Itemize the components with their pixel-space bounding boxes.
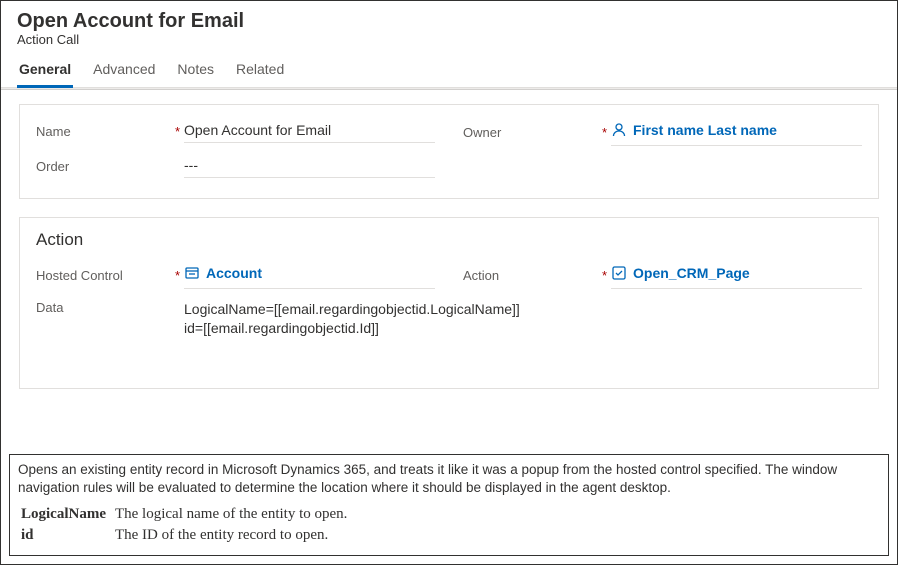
field-owner: Owner * First name Last name — [463, 119, 862, 146]
person-icon — [611, 122, 627, 138]
param-name: LogicalName — [20, 505, 112, 524]
hosted-control-lookup-value[interactable]: Account — [184, 265, 262, 281]
description-params: LogicalName The logical name of the enti… — [18, 503, 350, 547]
param-name: id — [20, 526, 112, 545]
row-order: Order --- — [36, 146, 862, 178]
owner-lookup[interactable]: First name Last name — [611, 119, 862, 146]
field-data: Data LogicalName=[[email.regardingobject… — [36, 297, 862, 342]
header: Open Account for Email Action Call — [1, 1, 897, 47]
hosted-control-label-text: Hosted Control — [36, 268, 123, 283]
description-panel: Opens an existing entity record in Micro… — [9, 454, 889, 556]
action-label-text: Action — [463, 268, 499, 283]
param-desc: The logical name of the entity to open. — [114, 505, 348, 524]
action-section-title: Action — [36, 224, 862, 254]
required-mark: * — [175, 268, 180, 283]
order-label: Order — [36, 159, 184, 174]
action-section: Action Hosted Control * — [19, 217, 879, 389]
name-label: Name * — [36, 124, 184, 139]
param-desc: The ID of the entity record to open. — [114, 526, 348, 545]
entity-type-label: Action Call — [17, 32, 881, 47]
field-order: Order --- — [36, 154, 435, 178]
owner-label: Owner * — [463, 125, 611, 140]
required-mark: * — [602, 268, 607, 283]
record-icon — [184, 265, 200, 281]
row-hosted-action: Hosted Control * Account — [36, 254, 862, 289]
field-hosted-control: Hosted Control * Account — [36, 262, 435, 289]
tab-related[interactable]: Related — [234, 57, 286, 88]
action-lookup[interactable]: Open_CRM_Page — [611, 262, 862, 289]
required-mark: * — [602, 125, 607, 140]
required-mark: * — [175, 124, 180, 139]
param-row: LogicalName The logical name of the enti… — [20, 505, 348, 524]
row-data: Data LogicalName=[[email.regardingobject… — [36, 289, 862, 342]
owner-lookup-value[interactable]: First name Last name — [611, 122, 777, 138]
name-input[interactable]: Open Account for Email — [184, 119, 435, 143]
owner-name-text: First name Last name — [633, 122, 777, 138]
hosted-control-label: Hosted Control * — [36, 268, 184, 283]
owner-label-text: Owner — [463, 125, 501, 140]
hosted-control-text: Account — [206, 265, 262, 281]
field-action: Action * Open_CRM_Page — [463, 262, 862, 289]
form-area: Name * Open Account for Email Owner * — [1, 90, 897, 389]
tab-advanced[interactable]: Advanced — [91, 57, 157, 88]
tab-strip: General Advanced Notes Related — [1, 47, 897, 88]
param-row: id The ID of the entity record to open. — [20, 526, 348, 545]
action-icon — [611, 265, 627, 281]
row-name-owner: Name * Open Account for Email Owner * — [36, 111, 862, 146]
data-input[interactable]: LogicalName=[[email.regardingobjectid.Lo… — [184, 297, 862, 342]
data-label: Data — [36, 297, 184, 315]
tab-general[interactable]: General — [17, 57, 73, 88]
page-root: Open Account for Email Action Call Gener… — [0, 0, 898, 565]
field-name: Name * Open Account for Email — [36, 119, 435, 143]
hosted-control-lookup[interactable]: Account — [184, 262, 435, 289]
order-input[interactable]: --- — [184, 154, 435, 178]
general-section: Name * Open Account for Email Owner * — [19, 104, 879, 199]
page-title: Open Account for Email — [17, 9, 881, 34]
description-body: Opens an existing entity record in Micro… — [18, 461, 880, 497]
name-label-text: Name — [36, 124, 71, 139]
action-text: Open_CRM_Page — [633, 265, 750, 281]
tab-notes[interactable]: Notes — [175, 57, 216, 88]
action-label: Action * — [463, 268, 611, 283]
action-lookup-value[interactable]: Open_CRM_Page — [611, 265, 750, 281]
